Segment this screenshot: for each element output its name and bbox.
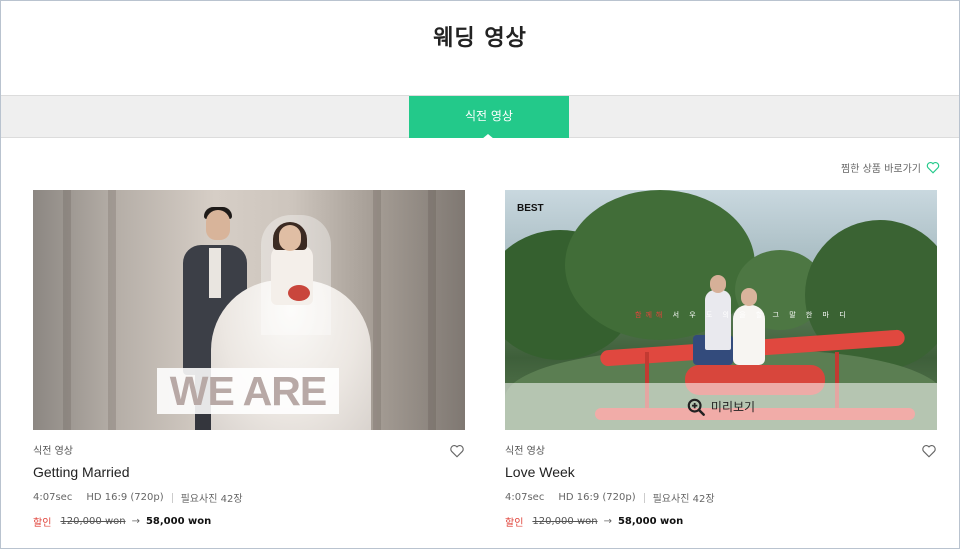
price-row: 할인 120,000 won → 58,000 won (505, 514, 937, 529)
heart-outline-icon (926, 161, 940, 174)
product-category: 식전 영상 (33, 446, 73, 457)
product-name[interactable]: Getting Married (33, 464, 465, 480)
duration: 4:07sec (505, 492, 545, 503)
best-badge: BEST (517, 203, 544, 214)
price-row: 할인 120,000 won → 58,000 won (33, 514, 465, 529)
product-card[interactable]: WE ARE 식전 영상 Getting Married 4:07sec HD … (33, 190, 465, 529)
preview-label: 미리보기 (710, 400, 756, 414)
tab-bar: 식전 영상 (1, 95, 959, 138)
product-info: 식전 영상 Getting Married 4:07sec HD 16:9 (7… (33, 442, 465, 529)
preview-button[interactable]: 미리보기 (505, 383, 937, 430)
video-caption: 함께해 서 우 도 의 을 할 그 말 한 마 디 (635, 311, 850, 319)
required-photos: 필요사진 42장 (652, 494, 715, 505)
original-price: 120,000 won (532, 516, 598, 527)
duration: 4:07sec (33, 492, 73, 503)
product-category: 식전 영상 (505, 446, 545, 457)
product-info: 식전 영상 Love Week 4:07sec HD 16:9 (720p) 필… (505, 442, 937, 529)
original-price: 120,000 won (60, 516, 126, 527)
heart-icon[interactable] (921, 444, 937, 458)
wishlist-shortcut-label: 찜한 상품 바로가기 (841, 164, 921, 175)
tab-indicator-arrow (482, 134, 494, 139)
heart-icon[interactable] (449, 444, 465, 458)
divider (643, 492, 645, 503)
product-name[interactable]: Love Week (505, 464, 937, 480)
wishlist-shortcut-link[interactable]: 찜한 상품 바로가기 (841, 160, 940, 175)
tab-pre-ceremony-video[interactable]: 식전 영상 (409, 96, 569, 138)
product-thumbnail[interactable]: 함께해 서 우 도 의 을 할 그 말 한 마 디 BEST 미리보기 (505, 190, 937, 430)
sale-price: 58,000 won (145, 516, 212, 527)
divider (171, 492, 173, 503)
page-title: 웨딩 영상 (433, 26, 527, 51)
sale-label: 할인 (505, 518, 524, 529)
product-specs: 4:07sec HD 16:9 (720p) 필요사진 42장 (505, 490, 937, 505)
title-overlay-text: WE ARE (169, 368, 327, 414)
resolution: HD 16:9 (720p) (558, 492, 636, 503)
product-card[interactable]: 함께해 서 우 도 의 을 할 그 말 한 마 디 BEST 미리보기 식전 영… (505, 190, 937, 529)
zoom-in-icon (687, 398, 705, 416)
sale-label: 할인 (33, 518, 52, 529)
product-thumbnail[interactable]: WE ARE (33, 190, 465, 430)
sale-price: 58,000 won (617, 516, 684, 527)
resolution: HD 16:9 (720p) (86, 492, 164, 503)
required-photos: 필요사진 42장 (180, 494, 243, 505)
product-specs: 4:07sec HD 16:9 (720p) 필요사진 42장 (33, 490, 465, 505)
arrow-right-icon: → (131, 516, 140, 527)
arrow-right-icon: → (603, 516, 612, 527)
